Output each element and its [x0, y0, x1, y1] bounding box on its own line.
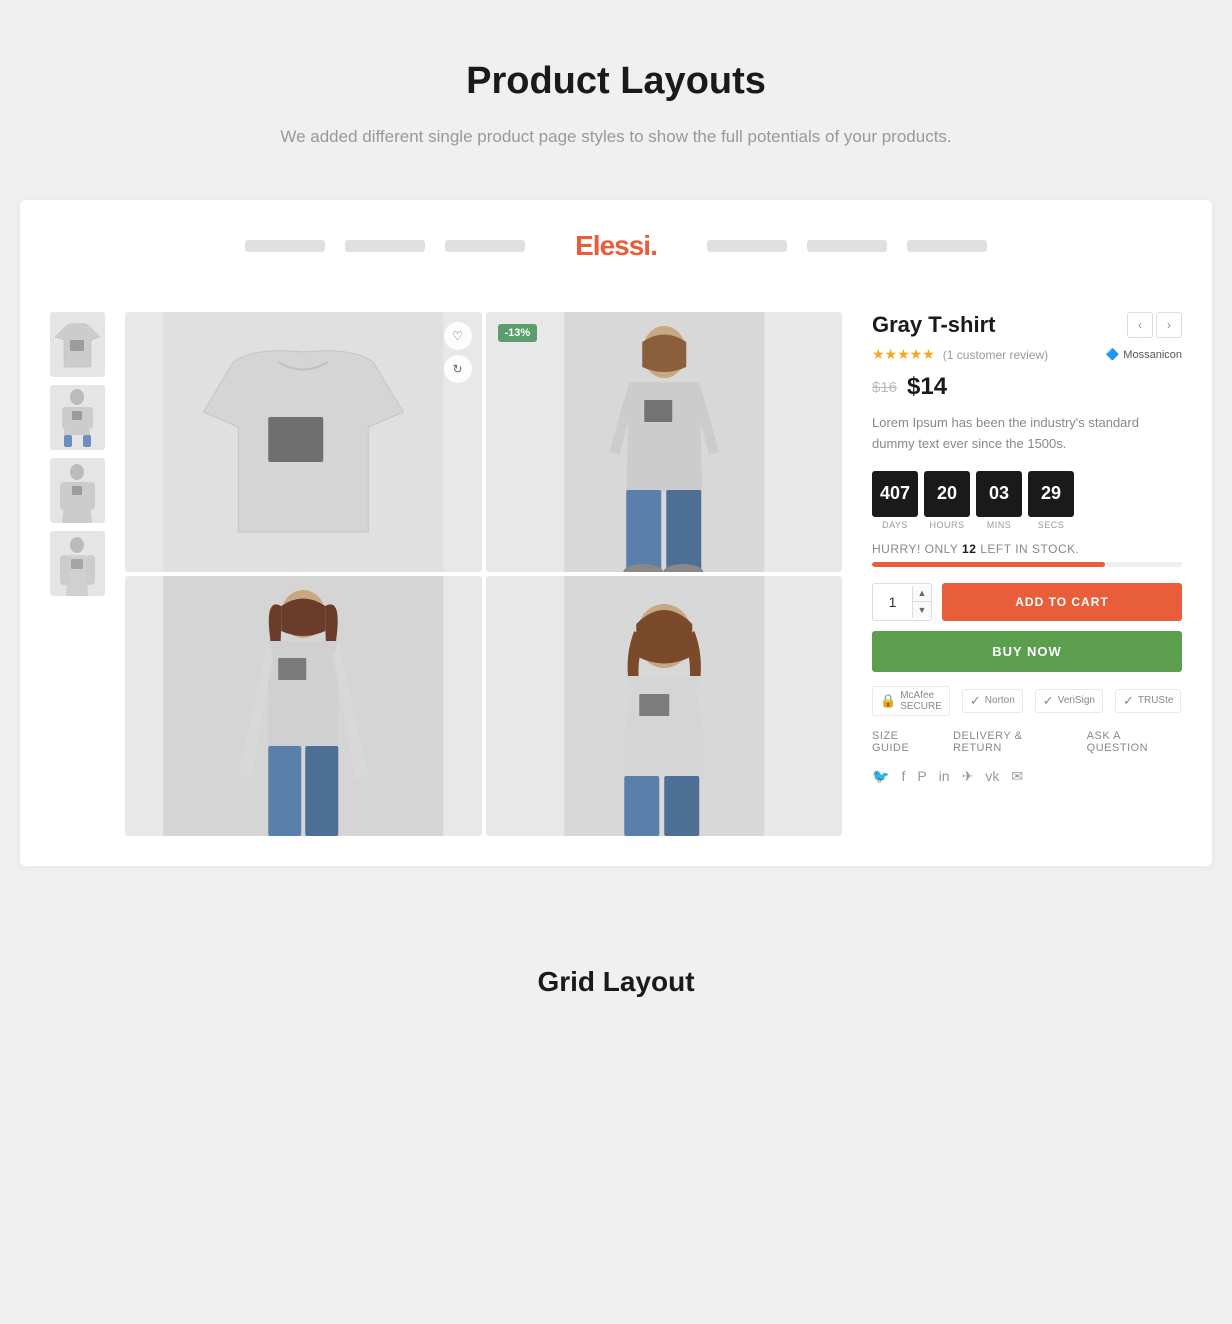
countdown-secs-value: 29 — [1028, 471, 1074, 517]
nav-placeholder-2 — [345, 240, 425, 252]
mcafee-icon: 🔒 — [880, 693, 896, 709]
stock-count: 12 — [962, 542, 976, 556]
countdown-days-label: DAYS — [882, 520, 908, 530]
product-image-model-3 — [486, 576, 843, 836]
page-subtitle: We added different single product page s… — [266, 123, 966, 150]
norton-label: Norton — [985, 695, 1015, 706]
price-new: $14 — [907, 373, 947, 401]
price-old: $16 — [872, 379, 897, 396]
product-description: Lorem Ipsum has been the industry's stan… — [872, 413, 1182, 455]
thumbnail-2[interactable] — [50, 385, 105, 450]
main-images-grid: ♡ ↻ — [125, 312, 842, 836]
page-wrapper: Product Layouts We added different singl… — [0, 0, 1232, 1098]
image-row-top: ♡ ↻ — [125, 312, 842, 572]
next-product-button[interactable]: › — [1156, 312, 1182, 338]
norton-icon: ✓ — [970, 693, 981, 709]
telegram-icon[interactable]: ✈ — [962, 768, 974, 785]
add-to-cart-button[interactable]: ADD TO CART — [942, 583, 1182, 621]
countdown-secs: 29 SECS — [1028, 471, 1074, 530]
quantity-input: 1 ▲ ▼ — [872, 583, 932, 621]
truste-icon: ✓ — [1123, 693, 1134, 709]
countdown-timer: 407 DAYS 20 HOURS 03 MINS 29 SECS — [872, 471, 1182, 530]
product-image-front: ♡ ↻ — [125, 312, 482, 572]
stock-text: HURRY! ONLY 12 LEFT IN STOCK. — [872, 542, 1182, 556]
add-to-cart-row: 1 ▲ ▼ ADD TO CART — [872, 583, 1182, 621]
nav-placeholder-4 — [707, 240, 787, 252]
vk-icon[interactable]: vk — [985, 768, 999, 784]
nav-placeholder-5 — [807, 240, 887, 252]
product-title: Gray T-shirt — [872, 312, 995, 338]
star-rating: ★★★★★ — [872, 346, 935, 363]
twitter-icon[interactable]: 🐦 — [872, 768, 889, 785]
thumbnail-3[interactable] — [50, 458, 105, 523]
delivery-return-link[interactable]: DELIVERY & RETURN — [953, 730, 1071, 754]
trust-badge-norton: ✓ Norton — [962, 689, 1023, 713]
countdown-days: 407 DAYS — [872, 471, 918, 530]
nav-placeholder-3 — [445, 240, 525, 252]
wishlist-button[interactable]: ♡ — [444, 322, 472, 350]
facebook-icon[interactable]: f — [901, 768, 905, 784]
trust-badge-truste: ✓ TRUSte — [1115, 689, 1181, 713]
countdown-mins-label: MINS — [987, 520, 1012, 530]
card-navbar: Elessi. — [50, 230, 1182, 282]
thumbnails-column — [50, 312, 105, 596]
product-title-row: Gray T-shirt ‹ › — [872, 312, 1182, 338]
nav-placeholder-1 — [245, 240, 325, 252]
product-card: Elessi. — [20, 200, 1212, 866]
price-row: $16 $14 — [872, 373, 1182, 401]
trust-badge-mcafee: 🔒 McAfeeSECURE — [872, 686, 950, 716]
prev-product-button[interactable]: ‹ — [1127, 312, 1153, 338]
discount-badge: -13% — [498, 324, 538, 342]
trust-badge-verisign: ✓ VeriSign — [1035, 689, 1103, 713]
compare-button[interactable]: ↻ — [444, 355, 472, 383]
brand-badge-icon: 🔷 — [1106, 348, 1120, 361]
mcafee-label: McAfeeSECURE — [900, 690, 942, 712]
ask-question-link[interactable]: ASK A QUESTION — [1087, 730, 1182, 754]
countdown-hours-value: 20 — [924, 471, 970, 517]
grid-layout-section: Grid Layout — [20, 926, 1212, 1018]
thumbnail-4[interactable] — [50, 531, 105, 596]
product-info-panel: Gray T-shirt ‹ › ★★★★★ (1 customer revie… — [862, 312, 1182, 785]
product-layout: ♡ ↻ — [50, 312, 1182, 836]
nav-placeholder-6 — [907, 240, 987, 252]
countdown-hours: 20 HOURS — [924, 471, 970, 530]
stock-bar — [872, 562, 1182, 567]
quantity-down-button[interactable]: ▼ — [913, 602, 931, 618]
product-image-model-2 — [125, 576, 482, 836]
linkedin-icon[interactable]: in — [939, 768, 950, 784]
mail-icon[interactable]: ✉ — [1011, 768, 1023, 785]
brand-logo: Elessi. — [545, 230, 687, 262]
stock-fill — [872, 562, 1105, 567]
page-title: Product Layouts — [20, 60, 1212, 103]
thumbnail-1[interactable] — [50, 312, 105, 377]
grid-layout-title: Grid Layout — [20, 966, 1212, 998]
rating-row: ★★★★★ (1 customer review) 🔷 Mossanicon — [872, 346, 1182, 363]
countdown-days-value: 407 — [872, 471, 918, 517]
quantity-buttons: ▲ ▼ — [912, 586, 931, 618]
truste-label: TRUSte — [1138, 695, 1174, 706]
trust-badges: 🔒 McAfeeSECURE ✓ Norton ✓ VeriSign ✓ TRU… — [872, 686, 1182, 716]
verisign-icon: ✓ — [1043, 693, 1054, 709]
size-guide-link[interactable]: SIZE GUIDE — [872, 730, 937, 754]
quantity-value[interactable]: 1 — [873, 594, 912, 610]
countdown-mins-value: 03 — [976, 471, 1022, 517]
social-icons: 🐦 f P in ✈ vk ✉ — [872, 768, 1182, 785]
brand-badge-name: Mossanicon — [1123, 349, 1182, 361]
image-row-bottom — [125, 576, 842, 836]
pinterest-icon[interactable]: P — [917, 768, 926, 784]
quantity-up-button[interactable]: ▲ — [913, 586, 931, 602]
product-image-model-1: -13% — [486, 312, 843, 572]
product-links: SIZE GUIDE DELIVERY & RETURN ASK A QUEST… — [872, 730, 1182, 754]
product-nav-arrows: ‹ › — [1127, 312, 1182, 338]
buy-now-button[interactable]: BUY NOW — [872, 631, 1182, 672]
section-header: Product Layouts We added different singl… — [20, 60, 1212, 150]
countdown-secs-label: SECS — [1038, 520, 1065, 530]
wishlist-icons: ♡ ↻ — [444, 322, 472, 383]
rating-text: (1 customer review) — [943, 348, 1048, 362]
countdown-hours-label: HOURS — [929, 520, 964, 530]
countdown-mins: 03 MINS — [976, 471, 1022, 530]
brand-badge: 🔷 Mossanicon — [1106, 348, 1182, 361]
verisign-label: VeriSign — [1058, 695, 1095, 706]
